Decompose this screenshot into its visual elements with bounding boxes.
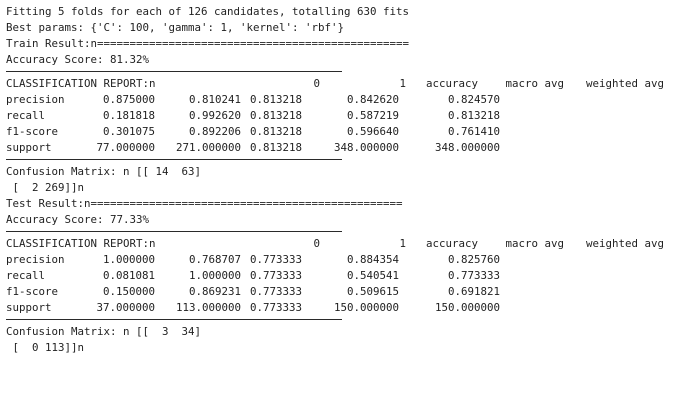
cell: 150.000000 bbox=[434, 301, 500, 314]
report-title: CLASSIFICATION REPORT:n bbox=[6, 77, 156, 90]
cell: 150.000000 bbox=[333, 301, 399, 314]
row-label: f1-score bbox=[6, 125, 59, 138]
test-separator-bottom bbox=[6, 316, 696, 324]
report-row-support: support 77.000000 271.000000 0.813218 34… bbox=[6, 140, 696, 156]
report-row-precision: precision 1.000000 0.768707 0.773333 0.8… bbox=[6, 252, 696, 268]
test-result-title: Test Result:n===========================… bbox=[6, 197, 403, 210]
cell: 77.000000 bbox=[96, 141, 155, 154]
cell: 0.813218 bbox=[447, 109, 500, 122]
col-header-macro-avg: macro avg bbox=[505, 237, 564, 250]
report-header-row: CLASSIFICATION REPORT:n 0 1 accuracy mac… bbox=[6, 236, 696, 252]
cell: 1.000000 bbox=[188, 269, 241, 282]
cell: 0.884354 bbox=[346, 253, 399, 266]
test-confusion-matrix-line-2: [ 0 113]]n bbox=[6, 341, 85, 354]
train-accuracy-score: Accuracy Score: 81.32% bbox=[6, 53, 150, 66]
report-row-support: support 37.000000 113.000000 0.773333 15… bbox=[6, 300, 696, 316]
test-confusion-matrix-line-1: Confusion Matrix: n [[ 3 34] bbox=[6, 325, 202, 338]
col-header-weighted-avg: weighted avg bbox=[585, 77, 664, 90]
train-separator-top bbox=[6, 68, 696, 76]
console-output: Fitting 5 folds for each of 126 candidat… bbox=[6, 4, 696, 396]
cell: 0.824570 bbox=[447, 93, 500, 106]
cell: 348.000000 bbox=[333, 141, 399, 154]
fitting-line: Fitting 5 folds for each of 126 candidat… bbox=[6, 5, 410, 18]
col-header-class-0: 0 bbox=[313, 77, 320, 90]
col-header-class-0: 0 bbox=[313, 237, 320, 250]
row-label: recall bbox=[6, 269, 46, 282]
cell: 1.000000 bbox=[102, 253, 155, 266]
cell: 0.773333 bbox=[447, 269, 500, 282]
report-header-row: CLASSIFICATION REPORT:n 0 1 accuracy mac… bbox=[6, 76, 696, 92]
report-title: CLASSIFICATION REPORT:n bbox=[6, 237, 156, 250]
cell: 0.813218 bbox=[249, 109, 302, 122]
row-label: f1-score bbox=[6, 285, 59, 298]
cell: 0.869231 bbox=[188, 285, 241, 298]
row-label: support bbox=[6, 301, 52, 314]
report-row-f1-score: f1-score 0.150000 0.869231 0.773333 0.50… bbox=[6, 284, 696, 300]
cell: 113.000000 bbox=[175, 301, 241, 314]
col-header-macro-avg: macro avg bbox=[505, 77, 564, 90]
cell: 0.773333 bbox=[249, 269, 302, 282]
cell: 0.150000 bbox=[102, 285, 155, 298]
cell: 0.540541 bbox=[346, 269, 399, 282]
cell: 271.000000 bbox=[175, 141, 241, 154]
cell: 0.181818 bbox=[102, 109, 155, 122]
cell: 0.509615 bbox=[346, 285, 399, 298]
cell: 0.810241 bbox=[188, 93, 241, 106]
test-classification-report: CLASSIFICATION REPORT:n 0 1 accuracy mac… bbox=[6, 236, 696, 316]
train-separator-bottom bbox=[6, 156, 696, 164]
col-header-accuracy: accuracy bbox=[425, 77, 478, 90]
train-confusion-matrix-line-2: [ 2 269]]n bbox=[6, 181, 85, 194]
report-row-recall: recall 0.181818 0.992620 0.813218 0.5872… bbox=[6, 108, 696, 124]
row-label: precision bbox=[6, 253, 65, 266]
test-separator-top bbox=[6, 228, 696, 236]
best-params-line: Best params: {'C': 100, 'gamma': 1, 'ker… bbox=[6, 21, 345, 34]
cell: 0.596640 bbox=[346, 125, 399, 138]
cell: 0.875000 bbox=[102, 93, 155, 106]
col-header-class-1: 1 bbox=[399, 237, 406, 250]
row-label: recall bbox=[6, 109, 46, 122]
train-classification-report: CLASSIFICATION REPORT:n 0 1 accuracy mac… bbox=[6, 76, 696, 156]
cell: 0.813218 bbox=[249, 93, 302, 106]
cell: 0.587219 bbox=[346, 109, 399, 122]
report-row-precision: precision 0.875000 0.810241 0.813218 0.8… bbox=[6, 92, 696, 108]
cell: 0.992620 bbox=[188, 109, 241, 122]
report-row-f1-score: f1-score 0.301075 0.892206 0.813218 0.59… bbox=[6, 124, 696, 140]
cell: 0.773333 bbox=[249, 253, 302, 266]
cell: 0.773333 bbox=[249, 285, 302, 298]
cell: 0.773333 bbox=[249, 301, 302, 314]
cell: 0.301075 bbox=[102, 125, 155, 138]
cell: 0.081081 bbox=[102, 269, 155, 282]
cell: 0.768707 bbox=[188, 253, 241, 266]
col-header-class-1: 1 bbox=[399, 77, 406, 90]
cell: 0.691821 bbox=[447, 285, 500, 298]
train-result-title: Train Result:n==========================… bbox=[6, 37, 410, 50]
cell: 0.813218 bbox=[249, 141, 302, 154]
col-header-accuracy: accuracy bbox=[425, 237, 478, 250]
report-row-recall: recall 0.081081 1.000000 0.773333 0.5405… bbox=[6, 268, 696, 284]
row-label: precision bbox=[6, 93, 65, 106]
row-label: support bbox=[6, 141, 52, 154]
cell: 0.825760 bbox=[447, 253, 500, 266]
train-confusion-matrix-line-1: Confusion Matrix: n [[ 14 63] bbox=[6, 165, 202, 178]
cell: 37.000000 bbox=[96, 301, 155, 314]
test-accuracy-score: Accuracy Score: 77.33% bbox=[6, 213, 150, 226]
cell: 348.000000 bbox=[434, 141, 500, 154]
cell: 0.892206 bbox=[188, 125, 241, 138]
col-header-weighted-avg: weighted avg bbox=[585, 237, 664, 250]
cell: 0.761410 bbox=[447, 125, 500, 138]
cell: 0.842620 bbox=[346, 93, 399, 106]
cell: 0.813218 bbox=[249, 125, 302, 138]
